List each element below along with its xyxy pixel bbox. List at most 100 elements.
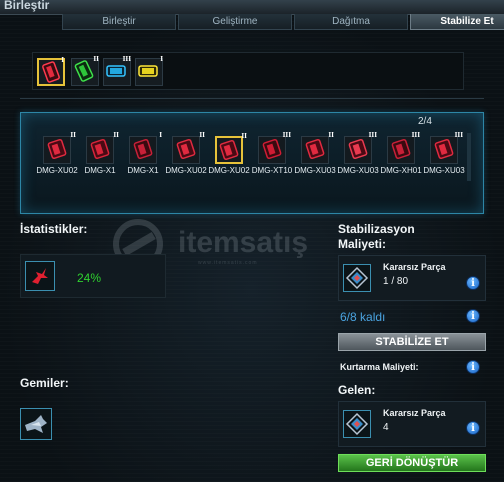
cost-resource-slot — [343, 264, 371, 292]
item-label: DMG-XU03 — [337, 166, 379, 175]
yellow-module-icon — [138, 65, 158, 77]
gain-info-icon[interactable]: i — [466, 421, 480, 435]
top-slot-tier: III — [122, 56, 131, 63]
divider — [20, 98, 484, 99]
inventory-item[interactable]: III DMG-XU03 — [423, 132, 465, 176]
inventory-item[interactable]: II DMG-XU02 — [208, 133, 250, 176]
damage-module-icon — [348, 138, 368, 160]
ship-slot[interactable] — [20, 408, 52, 440]
item-slot: II — [86, 132, 119, 164]
item-label: DMG-X1 — [127, 166, 159, 175]
item-tier: III — [282, 132, 291, 139]
item-tier: II — [199, 132, 205, 139]
item-label: DMG-XU03 — [423, 166, 465, 175]
red-laser-item-icon — [42, 61, 60, 83]
damage-stat-icon — [32, 268, 48, 284]
cost-info-icon[interactable]: i — [466, 276, 480, 290]
damage-module-icon — [47, 138, 67, 160]
inventory-item[interactable]: III DMG-XU03 — [337, 132, 379, 176]
item-label: DMG-X1 — [84, 166, 116, 175]
item-slot: III — [430, 132, 463, 164]
tab-birlestir[interactable]: Birleştir — [62, 14, 176, 30]
unstable-fragment-icon — [345, 412, 369, 436]
damage-module-icon — [90, 138, 110, 160]
tab-dagitma[interactable]: Dağıtma — [294, 14, 408, 30]
item-slot: II — [172, 132, 205, 164]
item-tier: I — [159, 132, 162, 139]
stats-heading: İstatistikler: — [20, 222, 88, 236]
damage-module-icon — [391, 138, 411, 160]
item-label: DMG-XU02 — [36, 166, 78, 175]
gain-resource-slot — [343, 410, 371, 438]
window-titlebar: Birleştir — [0, 0, 504, 15]
item-tier: III — [368, 132, 377, 139]
item-slot: II — [43, 132, 76, 164]
item-tier: II — [70, 132, 76, 139]
item-label: DMG-XH01 — [380, 166, 422, 175]
top-slot-green[interactable]: II — [71, 56, 99, 86]
top-slot-tier: II — [93, 56, 99, 63]
damage-module-icon — [434, 138, 454, 160]
inventory-item[interactable]: III DMG-XT10 — [251, 132, 293, 176]
item-slot: III — [344, 132, 377, 164]
damage-module-icon — [219, 139, 239, 161]
top-slot-red[interactable]: I — [37, 57, 65, 86]
cost-resource-box: Kararsız Parça 1 / 80 — [338, 255, 486, 301]
cost-resource-name: Kararsız Parça — [383, 262, 446, 272]
damage-module-icon — [305, 138, 325, 160]
tab-bar: Birleştir Geliştirme Dağıtma Stabilize E… — [62, 14, 504, 32]
item-tier: II — [113, 132, 119, 139]
selection-row: I II III I — [32, 52, 464, 90]
salvage-info-icon[interactable]: i — [466, 360, 480, 374]
inventory-item[interactable]: I DMG-X1 — [122, 132, 164, 176]
gain-resource-name: Kararsız Parça — [383, 408, 446, 418]
stats-box: 24% — [20, 254, 166, 298]
ship-icon — [25, 415, 47, 433]
top-slot-tier: I — [160, 56, 163, 63]
item-label: DMG-XU03 — [294, 166, 336, 175]
window-title: Birleştir — [4, 0, 50, 12]
inventory-item[interactable]: II DMG-XU02 — [36, 132, 78, 176]
tab-stabilize-et[interactable]: Stabilize Et — [410, 14, 504, 30]
stabilize-button[interactable]: STABİLİZE ET — [338, 333, 486, 351]
watermark-subtext: www.itemsatis.com — [198, 260, 258, 266]
inventory-item[interactable]: III DMG-XH01 — [380, 132, 422, 176]
cost-heading-line1: Stabilizasyon — [338, 222, 415, 236]
cost-heading-line2: Maliyeti: — [338, 237, 387, 251]
salvage-cost-label: Kurtarma Maliyeti: — [340, 362, 419, 372]
tab-gelistirme[interactable]: Geliştirme — [178, 14, 292, 30]
damage-module-icon — [176, 138, 196, 160]
item-tier: II — [241, 133, 247, 140]
item-tier: II — [328, 132, 334, 139]
damage-module-icon — [262, 138, 282, 160]
recycle-button[interactable]: GERİ DÖNÜŞTÜR — [338, 454, 486, 472]
item-slot: II — [215, 133, 247, 164]
watermark-text: itemsatış — [178, 226, 309, 259]
item-slot: II — [301, 132, 334, 164]
ships-heading: Gemiler: — [20, 376, 69, 390]
page-counter: 2/4 — [418, 116, 432, 127]
gain-heading: Gelen: — [338, 383, 376, 397]
top-slot-tier: I — [61, 57, 64, 64]
remaining-count: 6/8 kaldı — [340, 310, 386, 324]
item-label: DMG-XU02 — [165, 166, 207, 175]
inventory-item[interactable]: II DMG-XU02 — [165, 132, 207, 176]
stat-value: 24% — [77, 271, 102, 285]
item-slot: III — [387, 132, 420, 164]
remaining-info-icon[interactable]: i — [466, 309, 480, 323]
top-slot-yellow[interactable]: I — [135, 56, 163, 86]
stat-slot — [25, 261, 55, 291]
gain-resource-value: 4 — [383, 422, 389, 433]
top-slot-blue[interactable]: III — [103, 56, 131, 86]
item-tier: III — [411, 132, 420, 139]
item-tier: III — [454, 132, 463, 139]
item-slot: I — [129, 132, 162, 164]
cost-resource-value: 1 / 80 — [383, 276, 409, 287]
inventory-scrollbar[interactable] — [467, 133, 471, 181]
inventory-item[interactable]: II DMG-X1 — [79, 132, 121, 176]
gain-resource-box: Kararsız Parça 4 — [338, 401, 486, 447]
inventory-item[interactable]: II DMG-XU03 — [294, 132, 336, 176]
damage-module-icon — [133, 138, 153, 160]
item-label: DMG-XT10 — [251, 166, 293, 175]
item-label: DMG-XU02 — [208, 166, 250, 175]
